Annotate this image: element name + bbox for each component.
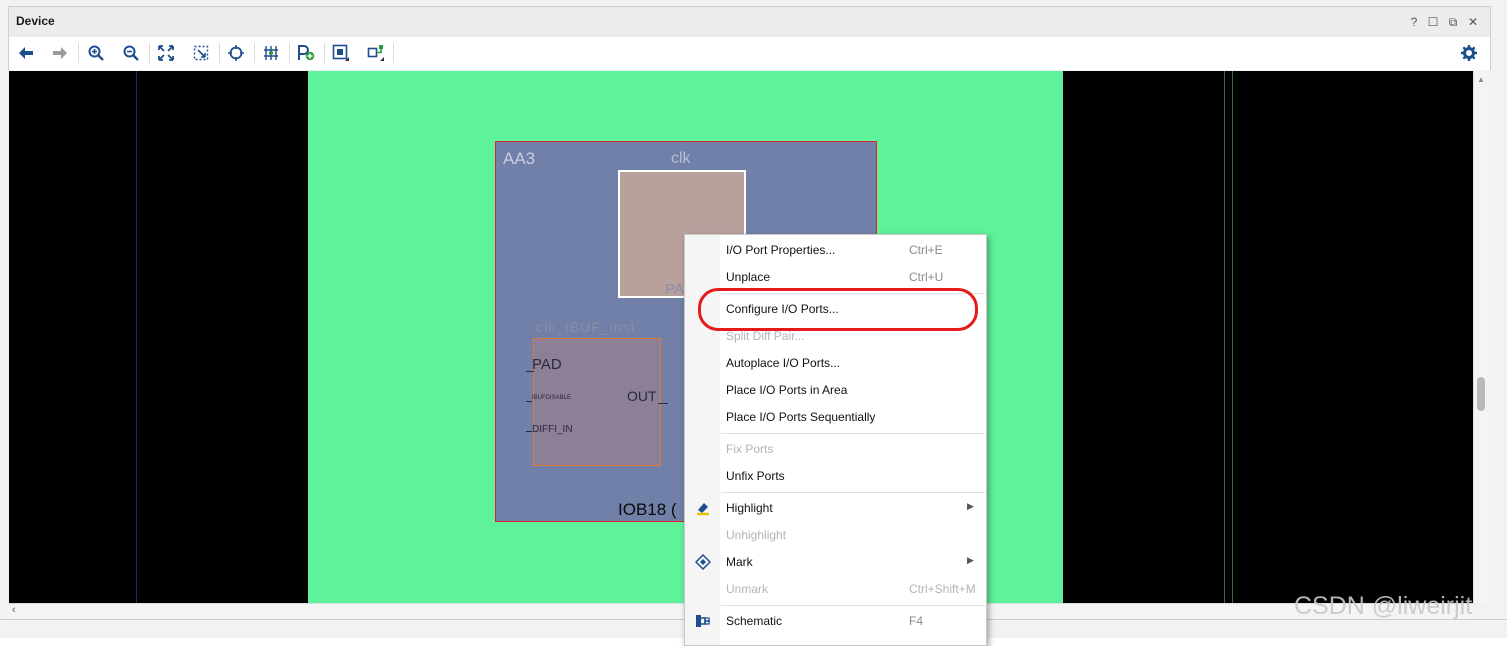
menu-item-label: Highlight xyxy=(726,501,773,515)
float-button[interactable]: ⧉ xyxy=(1445,15,1461,30)
gear-icon[interactable] xyxy=(1457,42,1481,64)
toolbar-separator xyxy=(78,43,79,63)
ibuf-out-pin: OUT xyxy=(627,388,657,404)
pad-label: PA xyxy=(665,281,684,298)
menu-item-schematic[interactable]: Schematic F4 xyxy=(685,608,986,634)
mark-diamond-icon xyxy=(694,553,712,571)
add-pblock-icon[interactable] xyxy=(294,42,318,64)
menu-item-io-port-properties[interactable]: I/O Port Properties... Ctrl+E xyxy=(685,237,986,263)
submenu-arrow-icon: ▶ xyxy=(967,501,974,511)
grid-line xyxy=(1232,71,1233,603)
ibuf-diff-pin: DIFFI_IN xyxy=(532,424,573,435)
panel-title-bar: Device ? ☐ ⧉ ✕ xyxy=(8,6,1491,38)
pin-line xyxy=(658,403,668,404)
menu-item-label: Place I/O Ports Sequentially xyxy=(726,410,876,424)
schematic-icon xyxy=(695,613,711,629)
menu-item-highlight[interactable]: Highlight ▶ xyxy=(685,495,986,521)
menu-separator xyxy=(721,492,985,493)
scroll-up-icon[interactable]: ▲ xyxy=(1477,75,1485,84)
menu-item-shortcut: Ctrl+U xyxy=(909,270,944,284)
grid-line xyxy=(1224,71,1225,603)
scroll-left-icon[interactable]: ‹ xyxy=(12,604,16,616)
toolbar-separator xyxy=(324,43,325,63)
auto-fit-selection-icon[interactable] xyxy=(224,42,248,64)
menu-item-shortcut: Ctrl+Shift+M xyxy=(909,582,976,596)
menu-item-autoplace-io-ports[interactable]: Autoplace I/O Ports... xyxy=(685,350,986,376)
ibuf-pad-pin: PAD xyxy=(532,356,562,373)
menu-item-label: Fix Ports xyxy=(726,442,774,456)
watermark-text: CSDN @liweirjit xyxy=(1294,592,1473,620)
place-ports-icon[interactable] xyxy=(364,42,388,64)
menu-item-label: Place I/O Ports in Area xyxy=(726,383,848,397)
grid-line xyxy=(136,71,137,603)
vertical-scrollbar[interactable]: ▲ xyxy=(1473,71,1489,603)
ibuf-cell-label: clk_IBUF_inst xyxy=(536,319,636,335)
iob-label: IOB18 ( xyxy=(618,500,677,519)
port-name-label: clk xyxy=(671,150,691,167)
toolbar-separator xyxy=(289,43,290,63)
submenu-arrow-icon: ▶ xyxy=(967,555,974,565)
close-button[interactable]: ✕ xyxy=(1465,15,1481,29)
back-arrow-icon[interactable] xyxy=(14,42,38,64)
help-button[interactable]: ? xyxy=(1406,15,1422,29)
pblock-icon[interactable] xyxy=(329,42,353,64)
menu-item-label: Unplace xyxy=(726,270,771,284)
menu-item-unfix-ports[interactable]: Unfix Ports xyxy=(685,463,986,489)
annotation-highlight-ring xyxy=(698,288,978,331)
toolbar-separator xyxy=(219,43,220,63)
vertical-scroll-thumb[interactable] xyxy=(1477,377,1485,411)
menu-item-mark[interactable]: Mark ▶ xyxy=(685,549,986,575)
toolbar-separator xyxy=(254,43,255,63)
menu-item-unplace[interactable]: Unplace Ctrl+U xyxy=(685,264,986,290)
restore-button[interactable]: ☐ xyxy=(1425,15,1441,29)
zoom-area-icon[interactable] xyxy=(189,42,213,64)
menu-separator xyxy=(721,605,985,606)
device-toolbar xyxy=(8,37,1491,70)
menu-item-label: Unmark xyxy=(726,582,769,596)
menu-item-label: I/O Port Properties... xyxy=(726,243,836,257)
toolbar-separator xyxy=(393,43,394,63)
panel-title: Device xyxy=(16,14,55,28)
menu-item-label: Unfix Ports xyxy=(726,469,785,483)
zoom-in-icon[interactable] xyxy=(84,42,108,64)
site-name-label: AA3 xyxy=(503,149,536,168)
menu-item-label: Split Diff Pair... xyxy=(726,329,805,343)
menu-item-shortcut: Ctrl+E xyxy=(909,243,943,257)
menu-item-label: Unhighlight xyxy=(726,528,787,542)
menu-separator xyxy=(721,433,985,434)
toolbar-separator xyxy=(149,43,150,63)
menu-item-unhighlight: Unhighlight xyxy=(685,522,986,548)
highlight-pen-icon xyxy=(695,500,711,516)
zoom-out-icon[interactable] xyxy=(119,42,143,64)
menu-item-fix-ports: Fix Ports xyxy=(685,436,986,462)
zoom-fit-icon[interactable] xyxy=(154,42,178,64)
forward-arrow-icon[interactable] xyxy=(48,42,72,64)
menu-item-place-io-ports-sequentially[interactable]: Place I/O Ports Sequentially xyxy=(685,404,986,430)
menu-item-shortcut: F4 xyxy=(909,614,924,628)
menu-item-label: Autoplace I/O Ports... xyxy=(726,356,841,370)
ibuf-disable-pin: IBUFDISABLE xyxy=(532,395,572,401)
routing-resources-icon[interactable] xyxy=(259,42,283,64)
pin-line xyxy=(526,401,532,402)
menu-item-label: Schematic xyxy=(726,614,783,628)
menu-item-place-io-ports-in-area[interactable]: Place I/O Ports in Area xyxy=(685,377,986,403)
menu-item-label: Mark xyxy=(726,555,753,569)
menu-item-unmark: Unmark Ctrl+Shift+M xyxy=(685,576,986,602)
